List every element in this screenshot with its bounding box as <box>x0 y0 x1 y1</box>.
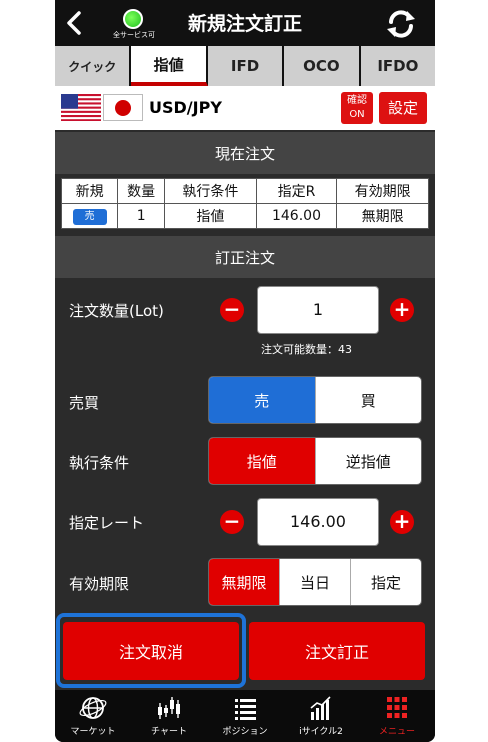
nav-menu[interactable]: メニュー <box>359 690 435 742</box>
nav-menu-label: メニュー <box>378 727 415 737</box>
rate-input[interactable]: 146.00 <box>257 498 379 546</box>
col-header-side: 新規 <box>60 178 119 204</box>
bottom-nav: マーケット チャート ポジション iサイクル2 メニュー <box>55 690 435 742</box>
cell-side: 売 <box>60 203 119 229</box>
us-flag-icon <box>61 94 101 121</box>
currency-pair-bar: USD/JPY 確認 ON 設定 <box>55 86 435 130</box>
tab-ifd[interactable]: IFD <box>207 46 285 86</box>
quantity-minus-icon[interactable]: − <box>220 298 244 322</box>
col-header-expiry: 有効期限 <box>336 178 429 204</box>
globe-icon <box>79 697 107 719</box>
expiry-indefinite-option[interactable]: 無期限 <box>209 559 280 605</box>
app-header: 全サービス可 新規注文訂正 <box>55 0 435 46</box>
available-quantity-hint: 注文可能数量：43 <box>261 343 352 356</box>
condition-label: 執行条件 <box>69 454 130 472</box>
table-header-row: 新規 数量 執行条件 指定R 有効期限 <box>60 178 429 204</box>
nav-chart-label: チャート <box>151 727 187 737</box>
rate-plus-icon[interactable]: + <box>390 510 414 534</box>
current-order-table: 新規 数量 執行条件 指定R 有効期限 売 1 指値 146.00 無期限 <box>60 178 429 229</box>
tab-ifdo[interactable]: IFDO <box>360 46 435 86</box>
order-amend-screen: 全サービス可 新規注文訂正 クイック 指値 IFD OCO IFDO USD/J… <box>55 0 435 742</box>
nav-position[interactable]: ポジション <box>207 690 283 742</box>
bar-chart-icon <box>310 696 331 720</box>
currency-pair-name: USD/JPY <box>149 98 222 117</box>
cell-quantity: 1 <box>117 203 165 229</box>
expiry-specify-option[interactable]: 指定 <box>351 559 421 605</box>
expiry-today-option[interactable]: 当日 <box>280 559 351 605</box>
table-row: 売 1 指値 146.00 無期限 <box>60 203 429 229</box>
jp-flag-icon <box>103 94 143 121</box>
candlestick-icon <box>158 697 180 719</box>
confirm-state: ON <box>349 109 365 120</box>
rate-label: 指定レート <box>69 514 145 532</box>
cell-expiry: 無期限 <box>336 203 429 229</box>
side-sell-option[interactable]: 売 <box>209 377 316 423</box>
expiry-selector: 無期限 当日 指定 <box>208 558 422 606</box>
quantity-plus-icon[interactable]: + <box>390 298 414 322</box>
col-header-quantity: 数量 <box>117 178 165 204</box>
condition-limit-option[interactable]: 指値 <box>209 438 316 484</box>
side-selector: 売 買 <box>208 376 422 424</box>
settings-button[interactable]: 設定 <box>379 92 427 124</box>
back-chevron-icon[interactable] <box>59 6 91 40</box>
cell-condition: 指値 <box>164 203 257 229</box>
col-header-rate: 指定R <box>255 178 338 204</box>
tab-quick[interactable]: クイック <box>55 46 132 86</box>
confirm-toggle-button[interactable]: 確認 ON <box>341 92 373 124</box>
current-order-header: 現在注文 <box>55 132 435 174</box>
col-header-condition: 執行条件 <box>164 178 257 204</box>
tab-limit[interactable]: 指値 <box>131 46 208 86</box>
cancel-order-button[interactable]: 注文取消 <box>63 622 239 680</box>
nav-position-label: ポジション <box>222 727 268 737</box>
nav-icycle-label: iサイクル2 <box>299 727 343 737</box>
confirm-label: 確認 <box>347 95 367 106</box>
cell-rate: 146.00 <box>255 203 338 229</box>
side-buy-option[interactable]: 買 <box>316 377 422 423</box>
nav-icycle[interactable]: iサイクル2 <box>283 690 359 742</box>
side-label: 売買 <box>69 394 100 412</box>
order-type-tabs: クイック 指値 IFD OCO IFDO <box>55 46 435 86</box>
expiry-label: 有効期限 <box>69 575 130 593</box>
refresh-icon[interactable] <box>383 6 419 42</box>
rate-minus-icon[interactable]: − <box>220 510 244 534</box>
service-status-label: 全サービス可 <box>113 31 155 39</box>
page-title: 新規注文訂正 <box>187 13 302 35</box>
sell-badge: 売 <box>72 209 107 225</box>
tab-oco[interactable]: OCO <box>284 46 361 86</box>
grid-menu-icon <box>387 697 407 718</box>
nav-market-label: マーケット <box>70 727 116 737</box>
amend-order-header: 訂正注文 <box>55 236 435 278</box>
nav-market[interactable]: マーケット <box>55 690 131 742</box>
nav-chart[interactable]: チャート <box>131 690 207 742</box>
amend-order-button[interactable]: 注文訂正 <box>249 622 425 680</box>
service-status-icon <box>123 9 143 29</box>
quantity-input[interactable]: 1 <box>257 286 379 334</box>
quantity-label: 注文数量(Lot) <box>69 302 164 320</box>
condition-stop-option[interactable]: 逆指値 <box>316 438 422 484</box>
condition-selector: 指値 逆指値 <box>208 437 422 485</box>
list-icon <box>235 699 256 720</box>
